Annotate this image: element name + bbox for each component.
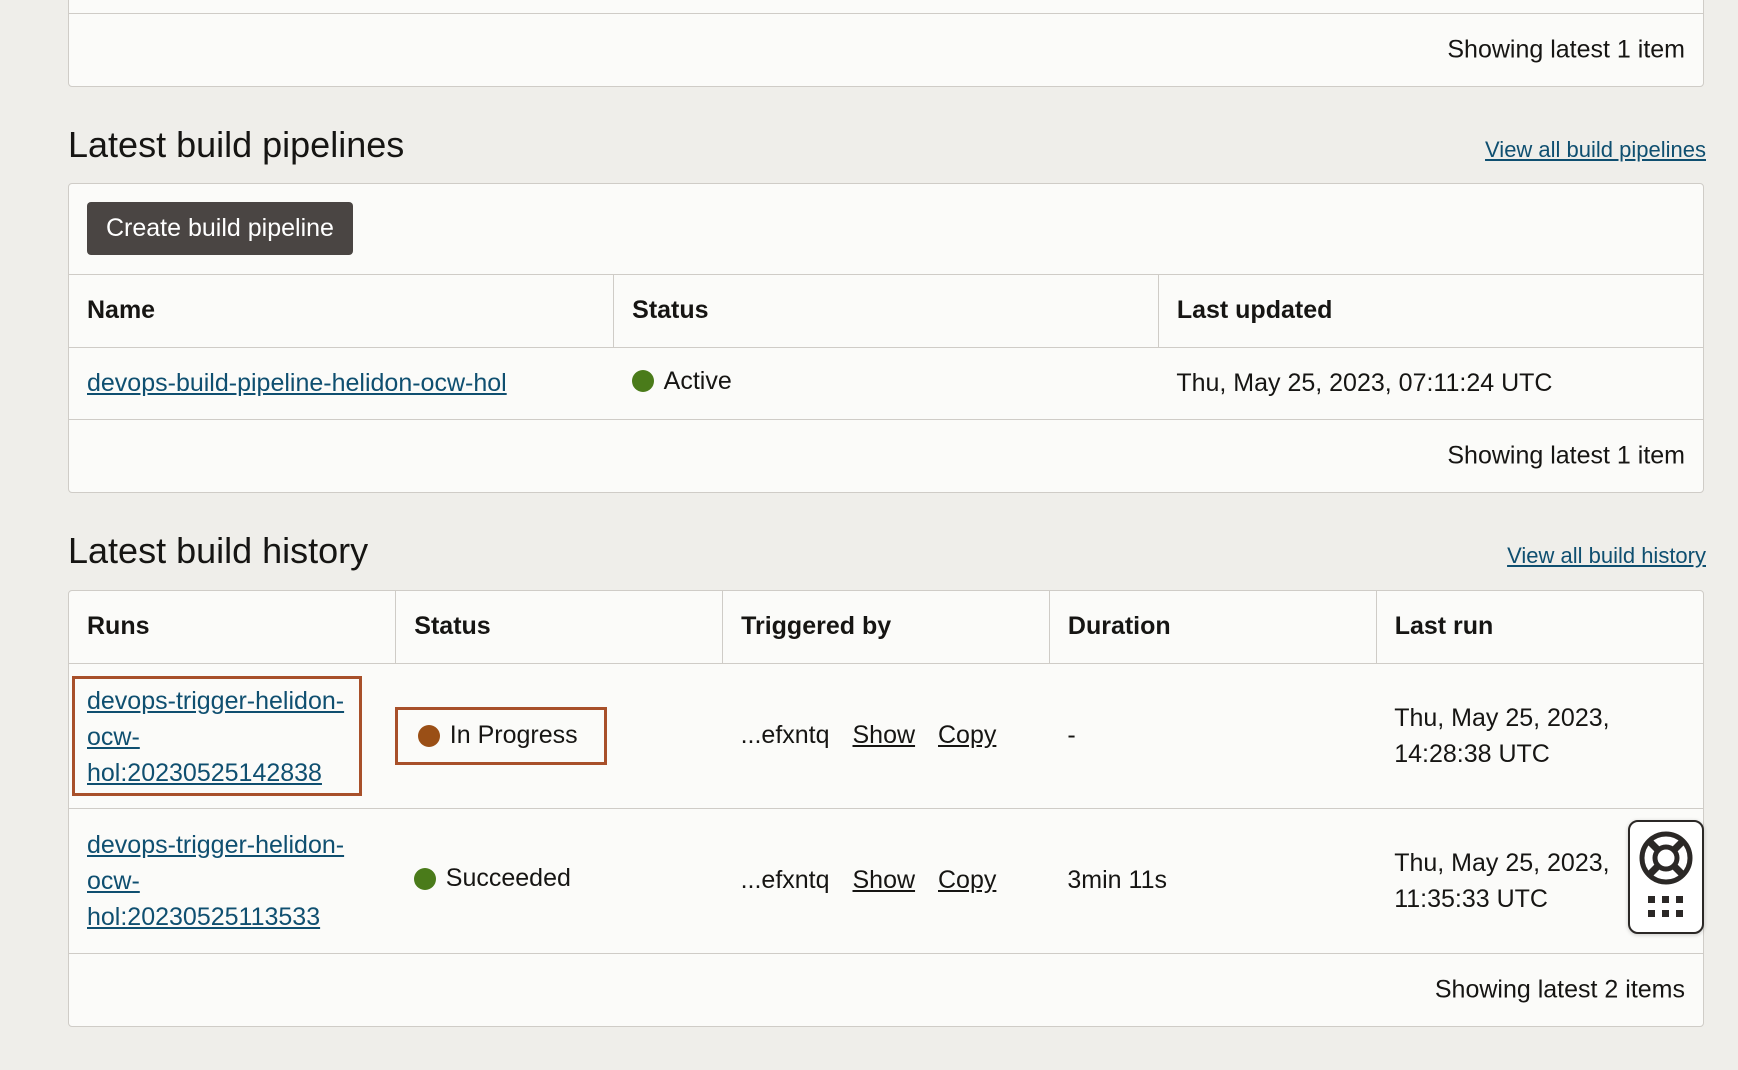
column-header-name[interactable]: Name xyxy=(69,275,614,348)
status-highlight-box: In Progress xyxy=(394,706,607,765)
run-link-line: devops-trigger-helidon- xyxy=(87,686,345,715)
table-header-row: Runs Status Triggered by Duration Last r… xyxy=(69,591,1703,664)
build-history-panel: Runs Status Triggered by Duration Last r… xyxy=(68,590,1704,1027)
build-pipelines-title: Latest build pipelines xyxy=(68,124,405,165)
last-run-time: 14:28:38 UTC xyxy=(1394,739,1550,768)
run-link-line: ocw- xyxy=(87,866,140,895)
last-run-cell: Thu, May 25, 2023, 14:28:38 UTC xyxy=(1376,663,1703,809)
run-link-line: devops-trigger-helidon- xyxy=(87,830,345,859)
show-ocid-link[interactable]: Show xyxy=(853,866,916,894)
build-pipelines-count: Showing latest 1 item xyxy=(1447,441,1685,469)
triggered-by-cell: ...efxntq Show Copy xyxy=(722,663,1050,809)
build-history-table: Runs Status Triggered by Duration Last r… xyxy=(69,591,1703,954)
run-cell: devops-trigger-helidon- ocw- hol:2023052… xyxy=(69,808,396,954)
run-link-line: ocw- xyxy=(87,722,140,751)
build-history-count: Showing latest 2 items xyxy=(1434,975,1685,1003)
help-widget-button[interactable] xyxy=(1628,820,1704,934)
duration-cell: - xyxy=(1049,663,1377,809)
status-badge: In Progress xyxy=(417,721,578,750)
column-header-last-updated[interactable]: Last updated xyxy=(1157,275,1703,348)
life-ring-icon xyxy=(1639,831,1693,885)
pipeline-name-link[interactable]: devops-build-pipeline-helidon-ocw-hol xyxy=(87,369,507,397)
triggered-by-cell: ...efxntq Show Copy xyxy=(722,808,1050,954)
status-label: Succeeded xyxy=(445,864,571,893)
table-row: devops-trigger-helidon- ocw- hol:2023052… xyxy=(69,808,1703,954)
column-header-status[interactable]: Status xyxy=(395,591,723,664)
copy-ocid-link[interactable]: Copy xyxy=(938,721,996,749)
run-status-cell: In Progress xyxy=(394,663,723,809)
status-label: In Progress xyxy=(449,721,578,749)
copy-ocid-link[interactable]: Copy xyxy=(938,866,996,894)
build-pipelines-table: Name Status Last updated devops-build-pi… xyxy=(69,275,1703,420)
build-pipelines-panel: Create build pipeline Name Status Last u… xyxy=(68,183,1704,493)
status-badge: Succeeded xyxy=(413,864,571,893)
build-pipelines-toolbar: Create build pipeline xyxy=(69,184,1703,275)
pipeline-last-updated-cell: Thu, May 25, 2023, 07:11:24 UTC xyxy=(1158,347,1703,420)
build-history-footer: Showing latest 2 items xyxy=(69,954,1703,1026)
table-row: devops-build-pipeline-helidon-ocw-hol Ac… xyxy=(69,347,1703,420)
status-badge: Active xyxy=(631,366,732,396)
pipeline-name-cell: devops-build-pipeline-helidon-ocw-hol xyxy=(69,347,614,420)
duration-cell: 3min 11s xyxy=(1049,808,1377,954)
view-all-build-pipelines-link[interactable]: View all build pipelines xyxy=(1485,137,1706,163)
run-link-line: hol:20230525113533 xyxy=(87,902,321,931)
show-ocid-link[interactable]: Show xyxy=(853,721,916,749)
column-header-last-run[interactable]: Last run xyxy=(1375,591,1703,664)
status-active-dot-icon xyxy=(631,370,654,393)
status-label: Active xyxy=(663,366,732,395)
status-succeeded-dot-icon xyxy=(413,867,436,890)
previous-section-footer: Showing latest 1 item xyxy=(69,13,1703,86)
build-pipelines-footer: Showing latest 1 item xyxy=(69,420,1703,492)
view-all-build-history-link[interactable]: View all build history xyxy=(1507,543,1706,569)
previous-section-count: Showing latest 1 item xyxy=(1447,35,1685,64)
column-header-status[interactable]: Status xyxy=(613,275,1159,348)
run-link[interactable]: devops-trigger-helidon- ocw- hol:2023052… xyxy=(87,683,349,791)
run-cell: devops-trigger-helidon- ocw- hol:2023052… xyxy=(69,663,396,809)
table-header-row: Name Status Last updated xyxy=(69,275,1703,348)
previous-section-panel: Showing latest 1 item xyxy=(68,0,1704,87)
column-header-runs[interactable]: Runs xyxy=(69,591,396,664)
column-header-duration[interactable]: Duration xyxy=(1048,591,1377,664)
triggered-by-value: ...efxntq xyxy=(740,721,830,749)
run-highlight-box: devops-trigger-helidon- ocw- hol:2023052… xyxy=(72,675,362,796)
table-row: devops-trigger-helidon- ocw- hol:2023052… xyxy=(69,663,1703,809)
build-history-title: Latest build history xyxy=(68,530,369,571)
pipeline-status-cell: Active xyxy=(613,347,1159,420)
last-run-date: Thu, May 25, 2023, xyxy=(1394,703,1610,732)
create-build-pipeline-button[interactable]: Create build pipeline xyxy=(87,202,353,255)
run-status-cell: Succeeded xyxy=(395,808,723,954)
status-in-progress-dot-icon xyxy=(417,724,440,747)
grid-dots-icon xyxy=(1648,896,1683,917)
run-link[interactable]: devops-trigger-helidon- ocw- hol:2023052… xyxy=(87,827,378,935)
run-link-line: hol:20230525142838 xyxy=(87,758,322,787)
last-run-date: Thu, May 25, 2023, xyxy=(1394,848,1610,877)
triggered-by-value: ...efxntq xyxy=(740,866,830,894)
column-header-triggered-by[interactable]: Triggered by xyxy=(722,591,1050,664)
last-run-time: 11:35:33 UTC xyxy=(1394,884,1548,913)
